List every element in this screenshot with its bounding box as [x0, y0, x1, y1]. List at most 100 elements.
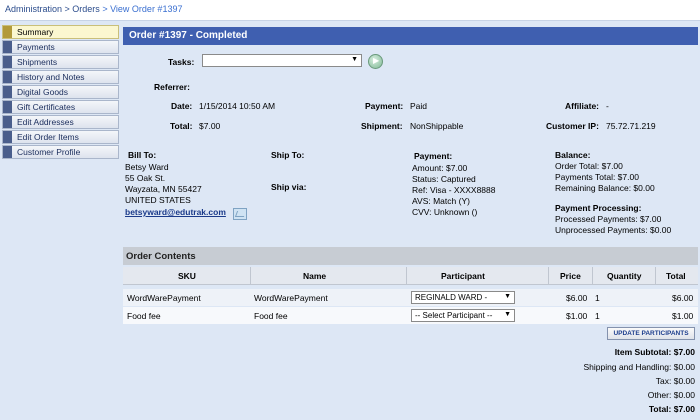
column-divider: [406, 267, 407, 284]
column-total: Total: [666, 271, 686, 281]
column-price: Price: [560, 271, 581, 281]
sidebar-item-customer-profile[interactable]: Customer Profile: [2, 145, 119, 159]
sidebar-marker: [3, 131, 12, 143]
sidebar-item-summary[interactable]: Summary: [2, 25, 119, 39]
sidebar-item-label: History and Notes: [17, 72, 85, 82]
sidebar-item-shipments[interactable]: Shipments: [2, 55, 119, 69]
sidebar-item-payments[interactable]: Payments: [2, 40, 119, 54]
shipment-value: NonShippable: [410, 121, 464, 131]
sidebar-item-edit-addresses[interactable]: Edit Addresses: [2, 115, 119, 129]
payment-ref: Ref: Visa - XXXX8888: [412, 185, 496, 195]
order-title: Order #1397 - Completed: [129, 30, 248, 41]
sidebar-item-label: Customer Profile: [17, 147, 81, 157]
table-row: WordWarePayment WordWarePayment REGINALD…: [123, 289, 698, 306]
order-contents-header: Order Contents: [123, 247, 698, 265]
ship-via-label: Ship via:: [271, 182, 307, 192]
sidebar-item-digital-goods[interactable]: Digital Goods: [2, 85, 119, 99]
sidebar-item-label: Edit Order Items: [17, 132, 79, 142]
column-divider: [250, 267, 251, 284]
payment-details-label: Payment:: [414, 151, 453, 161]
customer-ip-value: 75.72.71.219: [606, 121, 656, 131]
sidebar-item-label: Shipments: [17, 57, 58, 67]
affiliate-value: -: [606, 101, 609, 111]
payment-cvv: CVV: Unknown (): [412, 207, 478, 217]
chevron-down-icon: ▼: [351, 56, 358, 63]
bill-to-city: Wayzata, MN 55427: [125, 184, 202, 194]
payment-state: Status: Captured: [412, 174, 476, 184]
order-contents-table-header: SKU Name Participant Price Quantity Tota…: [123, 267, 698, 285]
sidebar-marker: [3, 26, 12, 38]
ship-to-label: Ship To:: [271, 150, 305, 160]
row-price: $6.00: [566, 293, 588, 303]
row-name: Food fee: [254, 311, 288, 321]
breadcrumb-current: > View Order #1397: [102, 4, 183, 14]
participant-select[interactable]: -- Select Participant -- ▼: [411, 309, 515, 322]
participant-select[interactable]: REGINALD WARD - ▼: [411, 291, 515, 304]
sidebar-marker: [3, 86, 12, 98]
table-row: Food fee Food fee -- Select Participant …: [123, 307, 698, 324]
bill-to-name: Betsy Ward: [125, 162, 169, 172]
sidebar-marker: [3, 71, 12, 83]
chevron-down-icon: ▼: [504, 293, 511, 300]
bill-to-street: 55 Oak St.: [125, 173, 166, 183]
chevron-down-icon: ▼: [504, 311, 511, 318]
column-sku: SKU: [178, 271, 196, 281]
processed-payments: Processed Payments: $7.00: [555, 214, 662, 224]
column-divider: [548, 267, 549, 284]
tasks-select[interactable]: ▼: [202, 54, 362, 67]
sidebar-marker: [3, 101, 12, 113]
payment-amount: Amount: $7.00: [412, 163, 468, 173]
payment-status-value: Paid: [410, 101, 428, 111]
sidebar-marker: [3, 56, 12, 68]
date-label: Date:: [171, 101, 193, 111]
column-quantity: Quantity: [607, 271, 642, 281]
customer-ip-label: Customer IP:: [546, 121, 599, 131]
sidebar-item-label: Payments: [17, 42, 55, 52]
sidebar-marker: [3, 146, 12, 158]
total-label: Total:: [170, 121, 193, 131]
order-main-panel: Order #1397 - Completed Tasks: ▼ ▶ Refer…: [123, 27, 698, 420]
column-divider: [592, 267, 593, 284]
row-sku: WordWarePayment: [127, 293, 201, 303]
sidebar-nav: Summary Payments Shipments History and N…: [2, 25, 119, 160]
sidebar-item-label: Edit Addresses: [17, 117, 74, 127]
balance-label: Balance:: [555, 150, 591, 160]
date-value: 1/15/2014 10:50 AM: [199, 101, 276, 111]
participant-select-value: -- Select Participant --: [415, 311, 493, 320]
order-contents-title: Order Contents: [126, 251, 196, 262]
order-title-bar: Order #1397 - Completed: [123, 27, 698, 45]
tasks-go-button[interactable]: ▶: [368, 54, 383, 69]
top-bar: Administration > Orders > View Order #13…: [0, 0, 700, 21]
balance-remaining: Remaining Balance: $0.00: [555, 183, 655, 193]
tax-amount: Tax: $0.00: [655, 376, 695, 386]
payment-status-label: Payment:: [365, 101, 404, 111]
column-participant: Participant: [441, 271, 485, 281]
sidebar-item-history[interactable]: History and Notes: [2, 70, 119, 84]
sidebar-item-edit-order-items[interactable]: Edit Order Items: [2, 130, 119, 144]
sidebar-item-label: Summary: [17, 27, 54, 37]
sidebar-item-gift-certificates[interactable]: Gift Certificates: [2, 100, 119, 114]
row-quantity: 1: [595, 311, 600, 321]
bill-to-label: Bill To:: [128, 150, 157, 160]
row-price: $1.00: [566, 311, 588, 321]
row-quantity: 1: [595, 293, 600, 303]
column-divider: [655, 267, 656, 284]
balance-order-total: Order Total: $7.00: [555, 161, 623, 171]
sidebar-marker: [3, 41, 12, 53]
shipping-handling: Shipping and Handling: $0.00: [583, 362, 695, 372]
breadcrumb-administration[interactable]: Administration: [5, 4, 62, 14]
breadcrumb-orders[interactable]: > Orders: [65, 4, 100, 14]
column-name: Name: [303, 271, 327, 281]
row-sku: Food fee: [127, 311, 161, 321]
update-participants-button[interactable]: UPDATE PARTICIPANTS: [607, 327, 695, 340]
sidebar-item-label: Digital Goods: [17, 87, 69, 97]
email-icon[interactable]: [233, 208, 247, 220]
sidebar-marker: [3, 116, 12, 128]
payment-avs: AVS: Match (Y): [412, 196, 470, 206]
breadcrumb: Administration > Orders > View Order #13…: [5, 4, 182, 14]
sidebar-item-label: Gift Certificates: [17, 102, 76, 112]
customer-email-link[interactable]: betsyward@edutrak.com: [125, 207, 226, 217]
order-grand-total: Total: $7.00: [648, 404, 695, 414]
arrow-right-icon: ▶: [373, 56, 380, 65]
participant-select-value: REGINALD WARD -: [415, 293, 488, 302]
